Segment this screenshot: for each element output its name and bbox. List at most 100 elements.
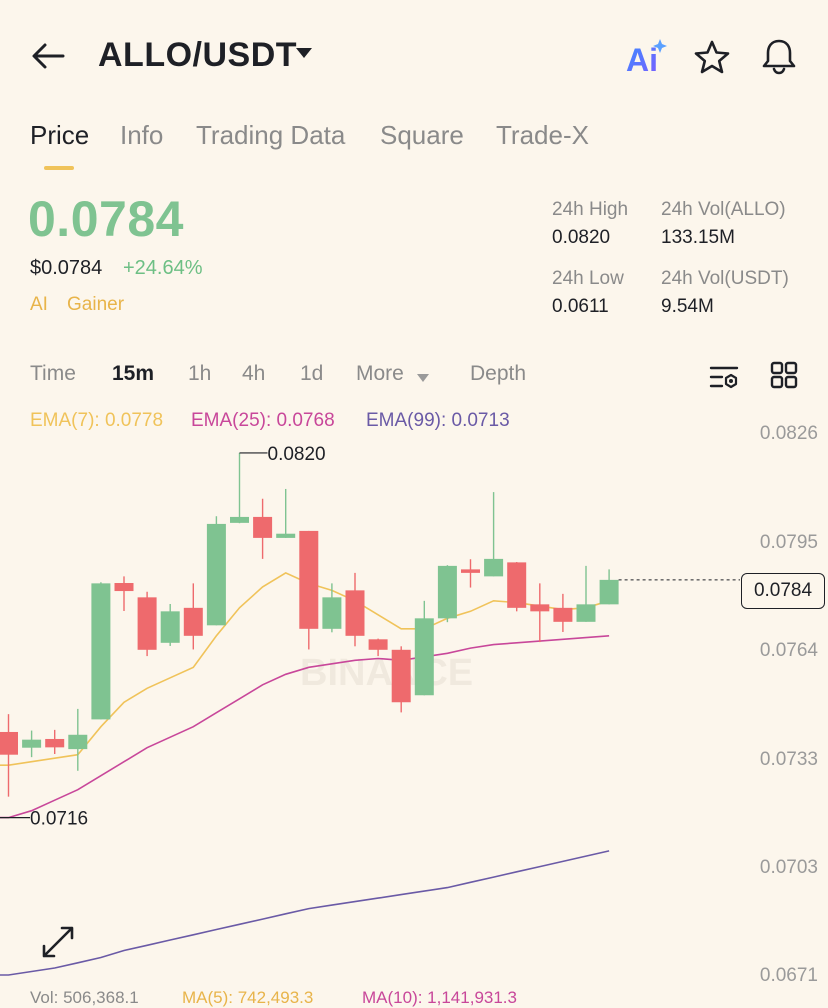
- candle-body: [276, 533, 296, 538]
- ai-button[interactable]: Ai: [620, 36, 670, 78]
- y-tick-label: 0.0733: [759, 749, 818, 770]
- candle-body: [230, 516, 249, 523]
- ema7-legend: EMA(7): 0.0778: [30, 410, 164, 431]
- candle: [45, 729, 65, 755]
- candle-body: [160, 611, 180, 643]
- ai-icon: Ai: [626, 39, 667, 77]
- favorite-button[interactable]: [692, 38, 732, 76]
- candle: [461, 559, 480, 588]
- candle: [0, 714, 18, 797]
- expand-chart-button[interactable]: [36, 920, 80, 964]
- chart-settings-button[interactable]: [706, 360, 742, 394]
- back-arrow-icon: [32, 43, 65, 69]
- watermark: BINANCE: [300, 652, 473, 694]
- ma5-readout: MA(5): 742,493.3: [182, 988, 314, 1007]
- stat-vol-quote-value: 9.54M: [661, 296, 714, 317]
- ema99-line: [0, 850, 610, 976]
- candle-body: [299, 530, 319, 629]
- grid-layout-icon: [770, 361, 798, 389]
- candle-body: [68, 734, 88, 750]
- candle-body: [391, 649, 411, 703]
- candle-body: [507, 562, 527, 608]
- stat-high-label: 24h High: [552, 199, 629, 220]
- candle-body: [183, 607, 203, 636]
- pair-title[interactable]: ALLO/USDT: [98, 36, 297, 75]
- timeframe-15m[interactable]: 15m: [112, 362, 154, 386]
- candle-body: [114, 583, 134, 592]
- candle-body: [530, 604, 550, 612]
- candle: [206, 516, 226, 626]
- candle: [253, 498, 273, 559]
- timeframe-more[interactable]: More: [356, 362, 404, 386]
- candle-body: [414, 618, 434, 696]
- candle: [345, 572, 365, 647]
- expand-icon: [42, 926, 74, 958]
- chart-settings-icon: [709, 366, 739, 389]
- candle: [276, 488, 296, 538]
- candle-body: [368, 639, 388, 650]
- candlestick-chart[interactable]: BINANCE 0.0820 0.0716: [0, 440, 740, 999]
- tag-ai[interactable]: AI: [30, 294, 48, 316]
- y-tick-label: 0.0703: [759, 857, 818, 878]
- star-icon: [694, 40, 730, 74]
- y-tick-label: 0.0795: [759, 532, 818, 553]
- candle: [437, 565, 457, 623]
- pair-dropdown-button[interactable]: [294, 46, 316, 62]
- bell-icon: [762, 39, 796, 75]
- candle: [183, 583, 203, 650]
- candle: [530, 583, 550, 643]
- stat-vol-base-label: 24h Vol(ALLO): [661, 199, 786, 220]
- candle-body: [437, 565, 457, 619]
- candle: [553, 593, 573, 632]
- y-tick-label: 0.0826: [759, 423, 818, 444]
- candle: [484, 492, 504, 577]
- stat-high-value: 0.0820: [552, 227, 611, 248]
- tab-trading-data[interactable]: Trading Data: [196, 120, 345, 151]
- candle: [507, 562, 527, 612]
- tab-info[interactable]: Info: [120, 120, 163, 151]
- stat-low-label: 24h Low: [552, 268, 624, 289]
- candle: [68, 708, 88, 771]
- tab-square[interactable]: Square: [380, 120, 464, 151]
- candle-body: [599, 579, 619, 605]
- timeframe-4h[interactable]: 4h: [242, 362, 265, 386]
- candle: [391, 646, 411, 713]
- candle: [137, 591, 157, 657]
- candle: [160, 603, 180, 646]
- back-button[interactable]: [28, 38, 68, 74]
- y-tick-label: 0.0671: [759, 965, 818, 986]
- candle-body: [484, 558, 504, 577]
- alert-button[interactable]: [758, 36, 800, 76]
- candle: [299, 530, 319, 650]
- timeframe-1d[interactable]: 1d: [300, 362, 323, 386]
- candle-body: [253, 516, 273, 538]
- active-tab-indicator: [44, 166, 74, 170]
- candle: [414, 600, 434, 696]
- y-tick-label: 0.0764: [759, 640, 818, 661]
- candle: [599, 569, 619, 605]
- dropdown-caret-icon: [296, 48, 312, 58]
- current-price-tag: 0.0784: [741, 573, 825, 609]
- timeframe-time[interactable]: Time: [30, 362, 76, 386]
- candle: [91, 582, 111, 720]
- tag-gainer[interactable]: Gainer: [67, 294, 124, 316]
- candle: [230, 452, 249, 524]
- candle-body: [345, 590, 365, 636]
- candle-body: [0, 731, 18, 755]
- high-marker-label: 0.0820: [268, 444, 326, 465]
- price-change-percent: +24.64%: [123, 257, 203, 279]
- stat-low-value: 0.0611: [552, 296, 609, 317]
- timeframe-1h[interactable]: 1h: [188, 362, 211, 386]
- tab-trade-x[interactable]: Trade-X: [496, 120, 589, 151]
- candle-body: [322, 597, 342, 629]
- candle: [576, 565, 596, 622]
- ema99-legend: EMA(99): 0.0713: [366, 410, 510, 431]
- layout-grid-button[interactable]: [766, 358, 802, 392]
- candle: [22, 730, 42, 758]
- ema25-legend: EMA(25): 0.0768: [191, 410, 335, 431]
- low-marker-label: 0.0716: [30, 809, 88, 830]
- tab-price[interactable]: Price: [30, 120, 89, 151]
- candle-body: [22, 739, 42, 748]
- timeframe-depth[interactable]: Depth: [470, 362, 526, 386]
- candle-body: [553, 607, 573, 622]
